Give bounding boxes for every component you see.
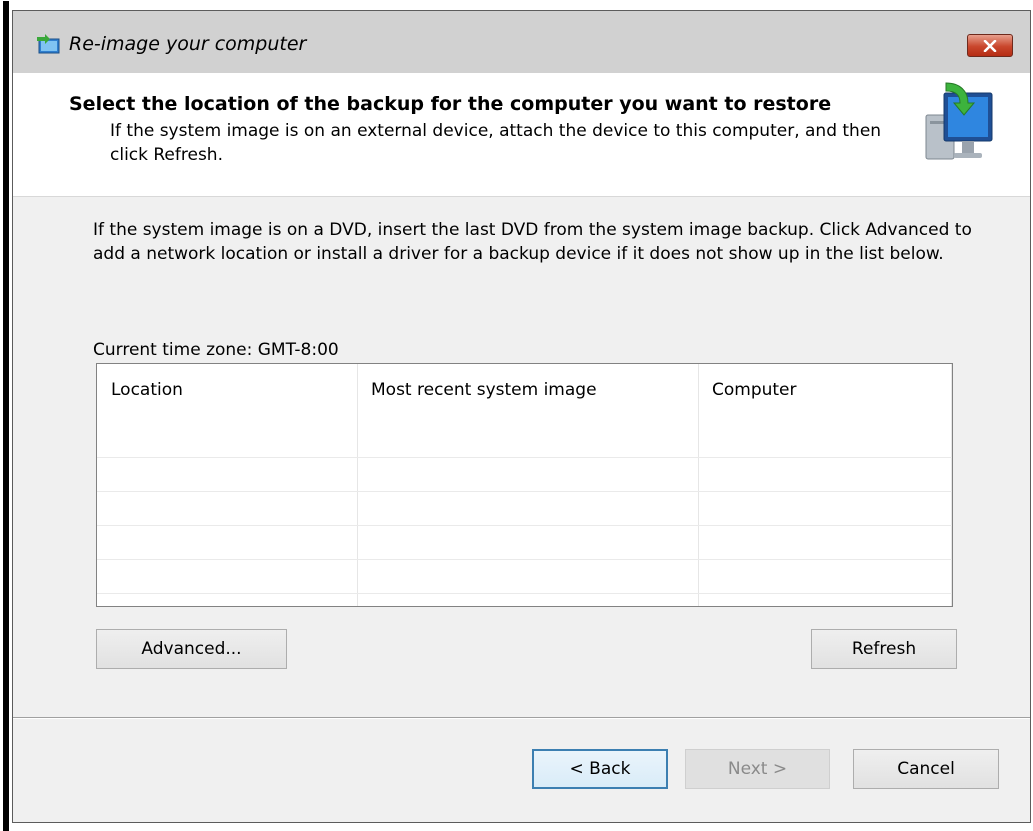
table-row-divider [97,593,952,594]
instructions-text: If the system image is on a DVD, insert … [93,220,972,264]
timezone-label: Current time zone: GMT-8:00 [93,340,339,360]
column-divider [698,364,699,606]
window-title: Re-image your computer [69,33,307,55]
title-bar[interactable]: Re-image your computer [13,11,1030,73]
column-header-recent-image[interactable]: Most recent system image [357,364,698,416]
re-image-dialog: Re-image your computer Select the locati… [3,1,1031,831]
close-button[interactable] [967,34,1013,57]
table-row-divider [97,491,952,492]
column-header-computer[interactable]: Computer [698,364,952,416]
backup-locations-list[interactable]: Location Most recent system image Comput… [96,363,953,607]
close-icon [983,39,997,52]
back-button[interactable]: < Back [532,749,668,789]
refresh-button[interactable]: Refresh [811,629,957,669]
column-divider [951,364,952,606]
table-row-divider [97,559,952,560]
wizard-header: Select the location of the backup for th… [13,73,1030,197]
cancel-button[interactable]: Cancel [853,749,999,789]
column-header-location[interactable]: Location [97,364,357,416]
page-title: Select the location of the backup for th… [69,93,832,115]
advanced-button[interactable]: Advanced... [96,629,287,669]
next-button[interactable]: Next > [685,749,830,789]
table-row-divider [97,525,952,526]
table-row-divider [97,457,952,458]
column-divider [357,364,358,606]
footer-separator [13,717,1030,718]
backup-restore-icon [37,34,60,54]
page-description: If the system image is on an external de… [110,121,882,165]
computer-restore-icon [925,82,993,160]
